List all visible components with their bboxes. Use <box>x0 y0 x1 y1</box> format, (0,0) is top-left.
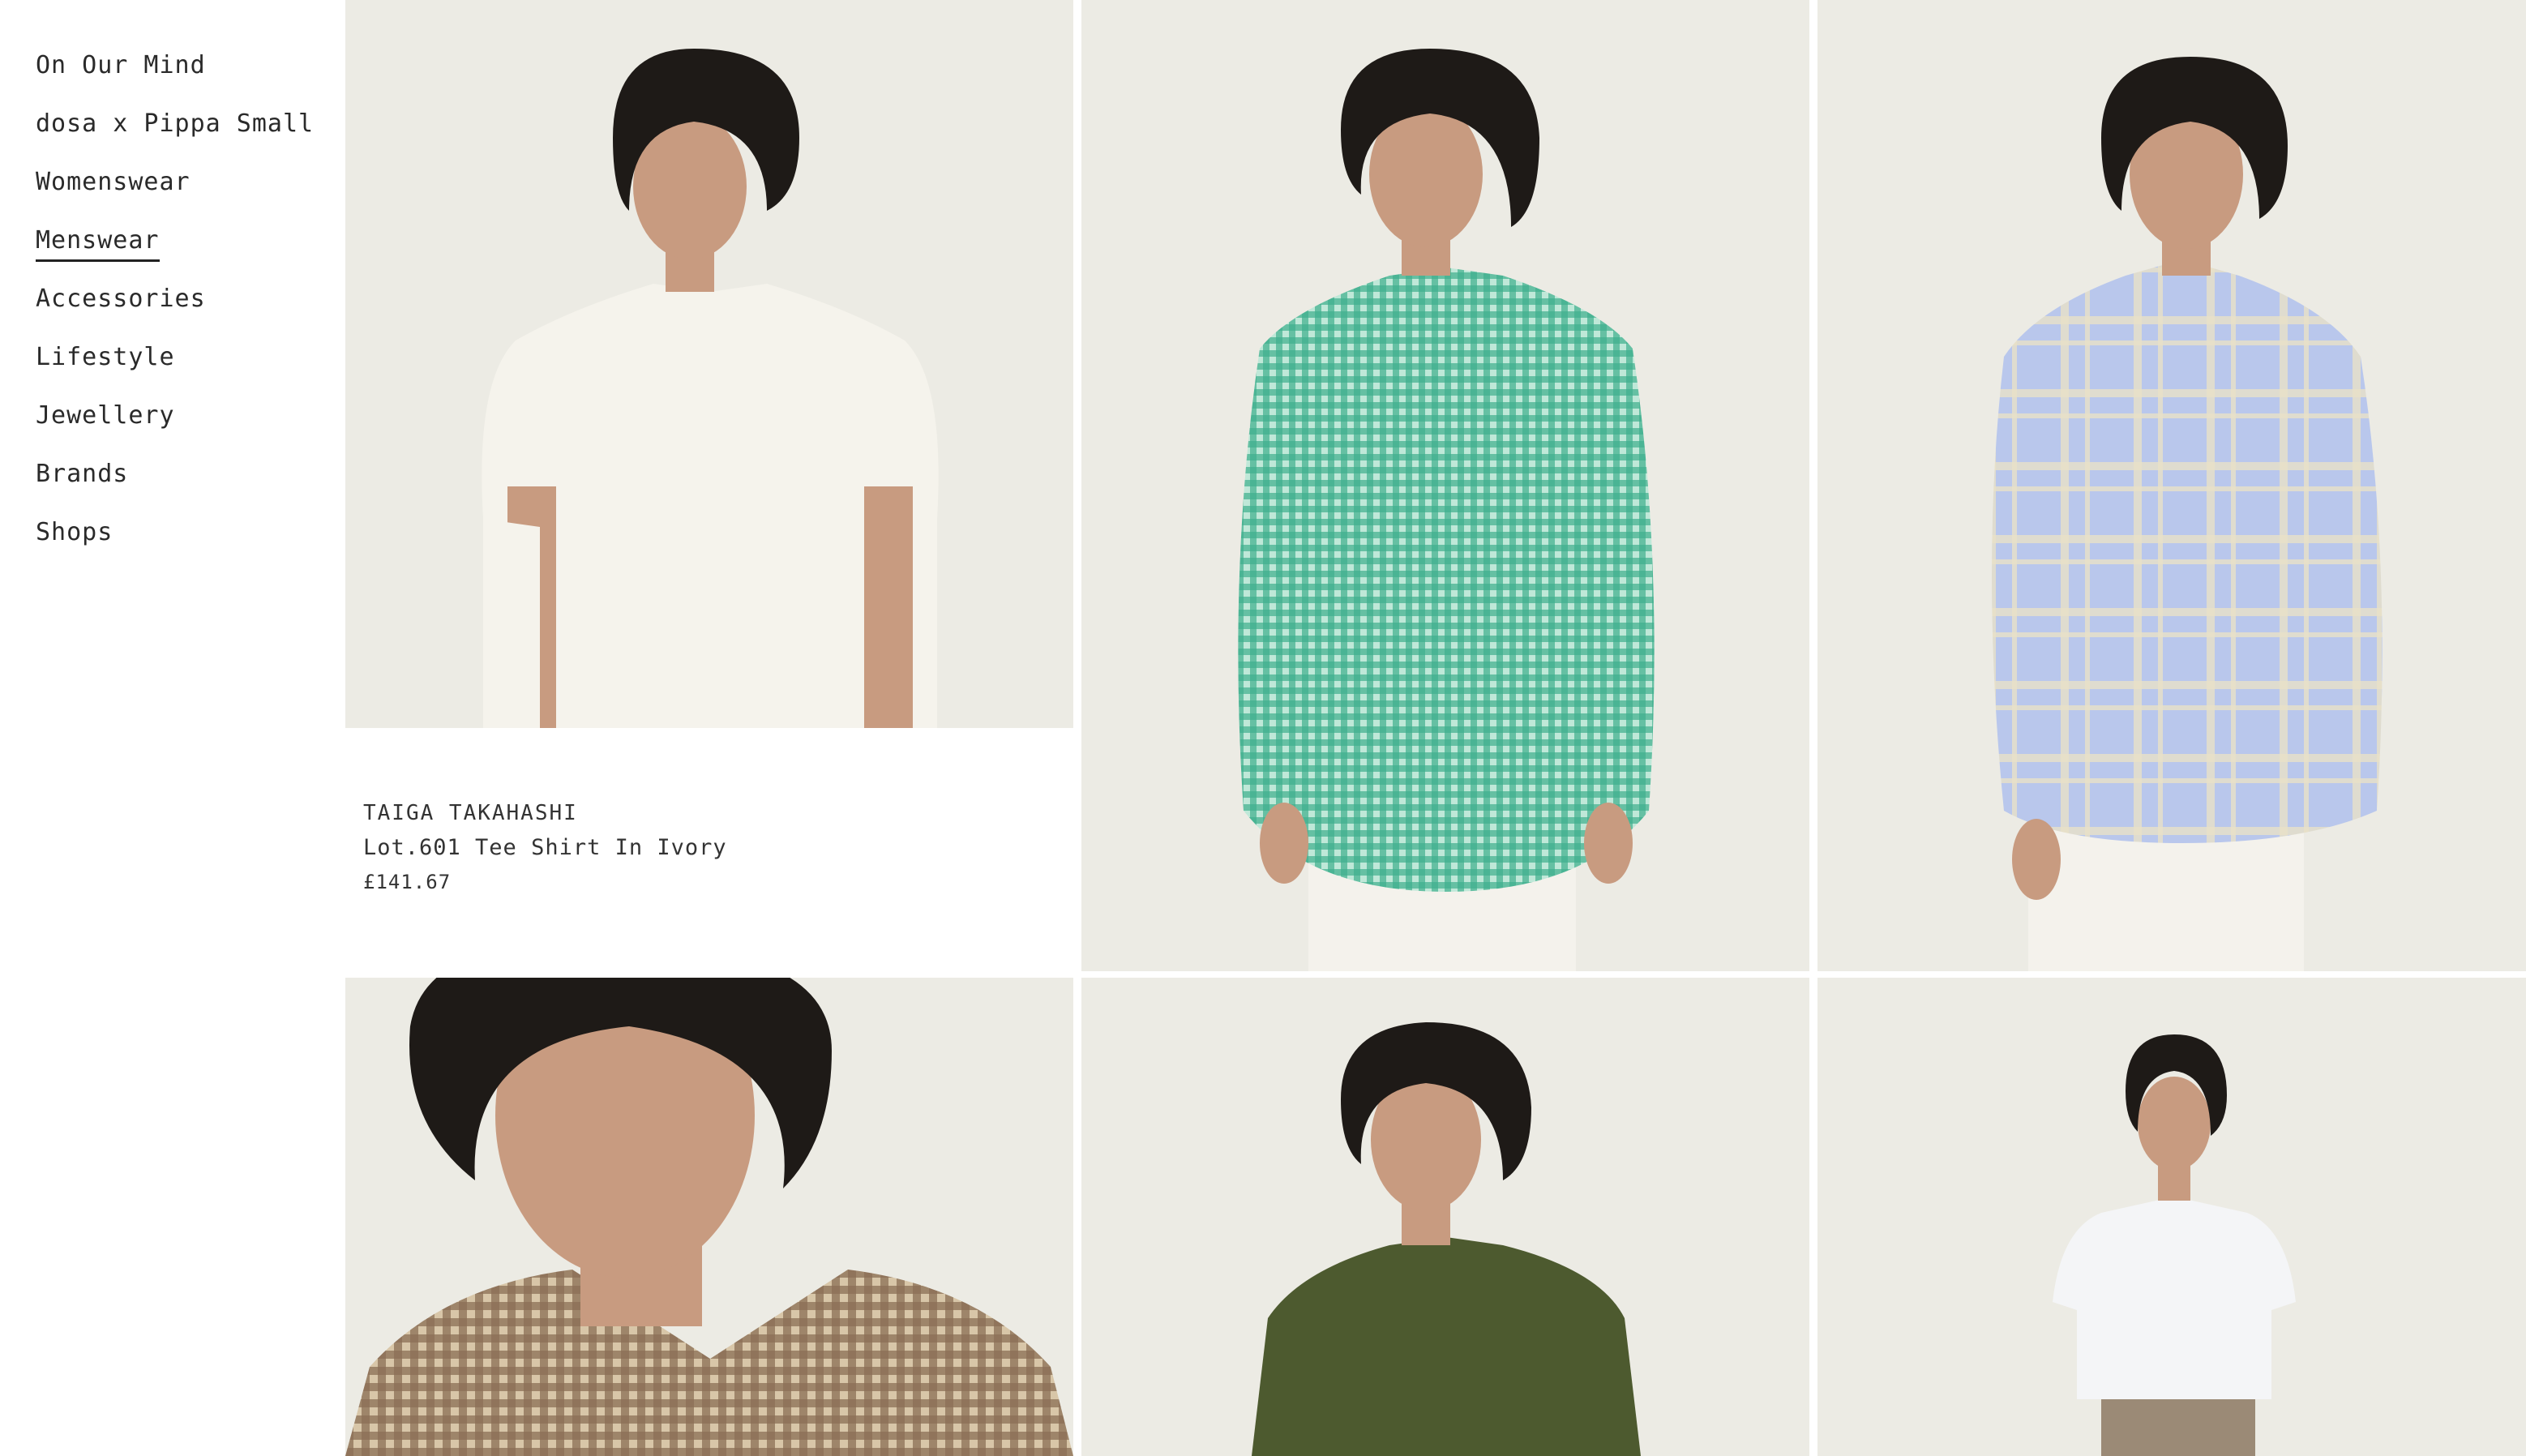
nav-item-label: dosa x Pippa Small <box>36 109 315 138</box>
nav-item-label: Brands <box>36 460 129 488</box>
model-photo <box>1817 0 2526 971</box>
nav-item-label: Womenswear <box>36 168 191 196</box>
nav-item-label: Accessories <box>36 285 206 313</box>
garment-shape <box>1238 268 1655 892</box>
nav-item-label: Lifestyle <box>36 343 175 371</box>
nav-item-lifestyle[interactable]: Lifestyle <box>36 337 314 396</box>
product-image-2[interactable] <box>1081 0 1809 971</box>
nav-item-label: Shops <box>36 518 113 546</box>
product-image-6[interactable] <box>1817 978 2526 1456</box>
face-shape <box>2138 1077 2211 1171</box>
product-image-1[interactable] <box>345 0 1073 728</box>
nav-item-accessories[interactable]: Accessories <box>36 279 314 337</box>
product-image-4[interactable] <box>345 978 1073 1456</box>
product-image-3[interactable] <box>1817 0 2526 971</box>
product-brand: TAIGA TAKAHASHI <box>363 801 578 825</box>
garment-shape <box>2053 1197 2296 1399</box>
product-image-5[interactable] <box>1081 978 1809 1456</box>
nav-item-label: On Our Mind <box>36 51 206 79</box>
nav-item-brands[interactable]: Brands <box>36 454 314 512</box>
model-photo <box>1081 0 1809 971</box>
model-photo <box>1081 978 1809 1456</box>
product-price: £141.67 <box>363 871 452 893</box>
product-info-1[interactable]: TAIGA TAKAHASHI Lot.601 Tee Shirt In Ivo… <box>345 728 1073 974</box>
product-name: Lot.601 Tee Shirt In Ivory <box>363 835 727 860</box>
nav-item-womenswear[interactable]: Womenswear <box>36 162 314 221</box>
nav-item-shops[interactable]: Shops <box>36 512 314 571</box>
model-photo <box>1817 978 2526 1456</box>
nav-item-jewellery[interactable]: Jewellery <box>36 396 314 454</box>
garment-shape <box>1992 259 2383 843</box>
model-photo <box>345 978 1073 1456</box>
trousers-shape <box>2101 1399 2255 1456</box>
nav-item-dosa-pippa-small[interactable]: dosa x Pippa Small <box>36 104 314 162</box>
nav-item-label: Menswear <box>36 222 160 262</box>
nav-item-label: Jewellery <box>36 401 175 430</box>
category-nav: On Our Mind dosa x Pippa Small Womenswea… <box>36 45 314 571</box>
nav-item-menswear[interactable]: Menswear <box>36 221 314 279</box>
nav-item-on-our-mind[interactable]: On Our Mind <box>36 45 314 104</box>
model-photo <box>345 0 1073 728</box>
sidebar: On Our Mind dosa x Pippa Small Womenswea… <box>0 0 345 1456</box>
